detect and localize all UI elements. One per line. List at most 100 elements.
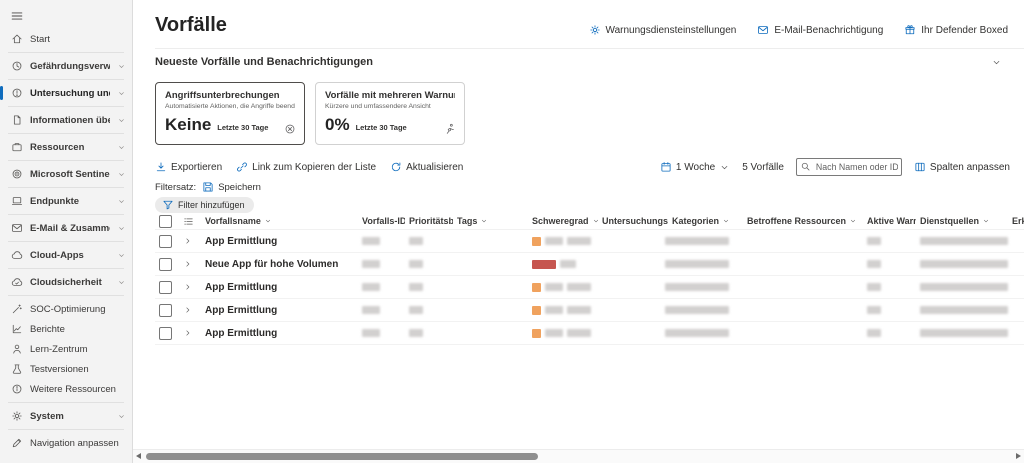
time-range-filter[interactable]: 1 Woche <box>660 161 730 173</box>
table-row[interactable]: App Ermittlung <box>155 299 1024 322</box>
columns-icon <box>914 161 926 173</box>
incident-name[interactable]: App Ermittlung <box>201 236 358 247</box>
mail-icon <box>757 24 769 36</box>
multi-alert-incidents-card[interactable]: Vorfälle mit mehreren Warnungen Kürzere … <box>315 82 465 145</box>
chevron-down-icon[interactable] <box>991 57 1002 68</box>
column-header-untersuchungsstatu[interactable]: Untersuchungsstatu <box>598 216 668 226</box>
export-button[interactable]: Exportieren <box>155 161 222 173</box>
divider <box>8 79 124 80</box>
column-header-label: Prioritätsbew <box>409 216 453 226</box>
row-checkbox[interactable] <box>159 304 172 317</box>
hamburger-menu-button[interactable] <box>0 0 132 29</box>
column-header-dienstquellen[interactable]: Dienstquellen <box>916 216 1008 226</box>
header-actions: Warnungsdiensteinstellungen E-Mail-Benac… <box>589 24 1009 36</box>
sidebar-item-cloudsicherheit[interactable]: Cloudsicherheit <box>0 272 132 292</box>
column-header-aktive-warnu[interactable]: Aktive Warnu <box>863 216 916 226</box>
select-all-cell <box>155 215 179 228</box>
row-checkbox[interactable] <box>159 235 172 248</box>
column-header-kategorien[interactable]: Kategorien <box>668 216 743 226</box>
table-row[interactable]: Neue App für hohe Volumen <box>155 253 1024 276</box>
column-header-vorfallsname[interactable]: Vorfallsname <box>201 216 358 226</box>
customize-columns-button[interactable]: Spalten anpassen <box>914 161 1010 173</box>
row-checkbox[interactable] <box>159 281 172 294</box>
attack-disruption-card[interactable]: Angriffsunterbrechungen Automatisierte A… <box>155 82 305 145</box>
expand-row-icon[interactable] <box>183 236 193 246</box>
email-notification-button[interactable]: E-Mail-Benachrichtigung <box>757 24 883 36</box>
severity-cell <box>528 283 598 292</box>
table-body: App Ermittlung Neue App für hohe Volumen A… <box>155 230 1024 345</box>
sidebar-item-label: Lern-Zentrum <box>30 344 126 355</box>
sidebar-item-soc-optimierung[interactable]: SOC-Optimierung <box>0 299 132 319</box>
horizontal-scrollbar <box>133 449 1024 463</box>
latest-incidents-section-toggle[interactable]: Neueste Vorfälle und Benachrichtigungen <box>155 52 1002 72</box>
sidebar-item-start[interactable]: Start <box>0 29 132 49</box>
expand-row-icon[interactable] <box>183 259 193 269</box>
incident-name[interactable]: App Ermittlung <box>201 328 358 339</box>
column-header-vorfalls-id[interactable]: Vorfalls-ID <box>358 216 405 226</box>
sidebar-item-testversionen[interactable]: Testversionen <box>0 359 132 379</box>
table-row[interactable]: App Ermittlung <box>155 322 1024 345</box>
divider <box>155 48 1024 49</box>
sidebar-item-berichte[interactable]: Berichte <box>0 319 132 339</box>
expand-row-icon[interactable] <box>183 282 193 292</box>
expand-row-icon[interactable] <box>183 328 193 338</box>
severity-indicator <box>532 260 556 269</box>
column-header-erkennun[interactable]: Erkennun <box>1008 216 1024 226</box>
save-filter-button[interactable]: Speichern <box>202 181 261 193</box>
redacted-text <box>567 306 591 314</box>
column-header-prioritätsbew[interactable]: Prioritätsbew <box>405 216 453 226</box>
sidebar-item-label: Berichte <box>30 324 126 335</box>
column-header-schweregrad[interactable]: Schweregrad <box>528 216 598 226</box>
table-row[interactable]: App Ermittlung <box>155 276 1024 299</box>
column-header-label: Dienstquellen <box>920 216 979 226</box>
column-header-tags[interactable]: Tags <box>453 216 528 226</box>
sidebar-item-label: SOC-Optimierung <box>30 304 126 315</box>
search-input[interactable] <box>796 158 902 176</box>
sidebar-item-microsoft-sentinel[interactable]: Microsoft Sentinel <box>0 164 132 184</box>
redacted-text <box>545 329 563 337</box>
add-filter-button[interactable]: Filter hinzufügen <box>155 197 254 213</box>
sidebar-item-untersuchung-und-antwort[interactable]: Untersuchung und Antwort <box>0 83 132 103</box>
reports-icon <box>11 323 23 335</box>
scroll-right-arrow[interactable] <box>1016 453 1021 459</box>
sidebar-item-cloud-apps[interactable]: Cloud-Apps <box>0 245 132 265</box>
copy-list-link-button[interactable]: Link zum Kopieren der Liste <box>236 161 376 173</box>
incident-name[interactable]: App Ermittlung <box>201 305 358 316</box>
time-range-label: 1 Woche <box>676 162 715 173</box>
column-header-betroffene-ressourcen[interactable]: Betroffene Ressourcen <box>743 216 863 226</box>
redacted-text <box>665 260 729 268</box>
sidebar-item-endpunkte[interactable]: Endpunkte <box>0 191 132 211</box>
row-checkbox[interactable] <box>159 258 172 271</box>
sidebar-item-e-mail-zusammenarbeit[interactable]: E-Mail & Zusammenarbeit <box>0 218 132 238</box>
sidebar-item-system[interactable]: System <box>0 406 132 426</box>
table-row[interactable]: App Ermittlung <box>155 230 1024 253</box>
row-checkbox[interactable] <box>159 327 172 340</box>
scrollbar-thumb[interactable] <box>146 453 538 460</box>
defender-boxed-button[interactable]: Ihr Defender Boxed <box>904 24 1008 36</box>
alert-service-settings-button[interactable]: Warnungsdiensteinstellungen <box>589 24 737 36</box>
redacted-text <box>665 283 729 291</box>
expand-row-icon[interactable] <box>183 305 193 315</box>
incident-name[interactable]: App Ermittlung <box>201 282 358 293</box>
refresh-button[interactable]: Aktualisieren <box>390 161 463 173</box>
redacted-text <box>362 306 380 314</box>
severity-indicator <box>532 237 541 246</box>
incident-name[interactable]: Neue App für hohe Volumen <box>201 259 358 270</box>
sidebar-item-label: Untersuchung und Antwort <box>30 88 110 99</box>
sidebar-item-ressourcen[interactable]: Ressourcen <box>0 137 132 157</box>
sidebar-item-navigation-anpassen[interactable]: Navigation anpassen <box>0 433 132 453</box>
sidebar-item-lern-zentrum[interactable]: Lern-Zentrum <box>0 339 132 359</box>
redacted-text <box>920 306 1008 314</box>
redacted-text <box>665 306 729 314</box>
sidebar-item-label: Endpunkte <box>30 196 110 207</box>
select-all-checkbox[interactable] <box>159 215 172 228</box>
column-header-label: Aktive Warnu <box>867 216 916 226</box>
scroll-left-arrow[interactable] <box>136 453 141 459</box>
chevron-down-icon <box>117 116 126 125</box>
group-icon[interactable] <box>183 216 194 227</box>
column-header-label: Vorfallsname <box>205 216 261 226</box>
sidebar-item-weitere-ressourcen[interactable]: Weitere Ressourcen <box>0 379 132 399</box>
sidebar-item-informationen-über-bedrohu[interactable]: Informationen über Bedrohu <box>0 110 132 130</box>
refresh-icon <box>390 161 402 173</box>
sidebar-item-gefährdungsverwaltung[interactable]: Gefährdungsverwaltung <box>0 56 132 76</box>
